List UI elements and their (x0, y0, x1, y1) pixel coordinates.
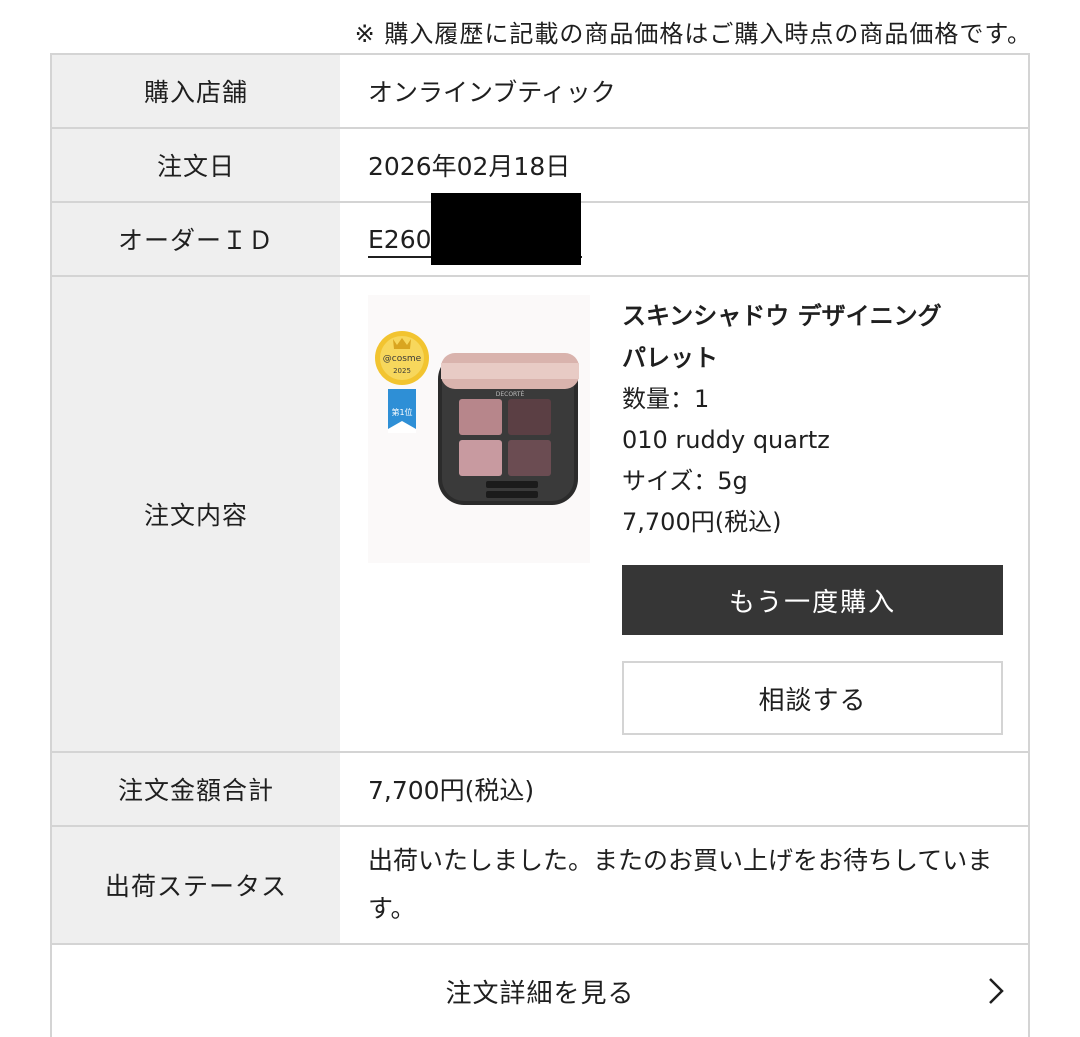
product-info: スキンシャドウ デザイニング パレット 数量：1 010 ruddy quart… (622, 295, 1003, 735)
product-name[interactable]: スキンシャドウ デザイニング パレット (622, 295, 1002, 379)
order-table: 購入店舗 オンラインブティック 注文日 2026年02月18日 オーダーＩＤ E… (50, 53, 1030, 1037)
svg-text:第1位: 第1位 (391, 407, 412, 417)
product-quantity: 数量：1 (622, 385, 710, 413)
view-details-link[interactable]: 注文詳細を見る (52, 945, 1028, 1037)
product-size: サイズ：5g (622, 467, 748, 495)
order-id-cell: E260 (340, 192, 1028, 275)
store-label: 購入店舗 (52, 55, 340, 127)
price-note: ※ 購入履歴に記載の商品価格はご購入時点の商品価格です。 (354, 20, 1032, 48)
row-shipping-status: 出荷ステータス 出荷いたしました。またのお買い上げをお待ちしています。 (52, 827, 1028, 945)
product-image[interactable]: @cosme 2025 第1位 DECORTÉ (368, 295, 590, 563)
consult-button[interactable]: 相談する (622, 661, 1003, 735)
cosme-award-badge: @cosme 2025 第1位 (375, 331, 429, 433)
row-order-total: 注文金額合計 7,700円(税込) (52, 753, 1028, 827)
row-order-items: 注文内容 @cosme 2025 第1位 DECORTÉ スキンシャドウ デザイ… (52, 277, 1028, 753)
order-items-label: 注文内容 (52, 277, 340, 751)
shipping-status-value: 出荷いたしました。またのお買い上げをお待ちしています。 (368, 846, 993, 923)
row-view-details[interactable]: 注文詳細を見る (52, 945, 1028, 1037)
order-items-cell: @cosme 2025 第1位 DECORTÉ スキンシャドウ デザイニング パ… (340, 277, 1028, 751)
row-store: 購入店舗 オンラインブティック (52, 55, 1028, 129)
order-total-label: 注文金額合計 (52, 753, 340, 825)
order-id-link[interactable]: E260 (368, 192, 582, 265)
buy-again-button[interactable]: もう一度購入 (622, 565, 1003, 635)
eyeshadow-compact: DECORTÉ (438, 353, 579, 505)
order-id-label: オーダーＩＤ (52, 203, 340, 275)
product-price: 7,700円(税込) (622, 508, 782, 536)
shipping-status-label: 出荷ステータス (52, 827, 340, 943)
svg-text:2025: 2025 (393, 367, 411, 375)
row-order-id: オーダーＩＤ E260 (52, 192, 1028, 277)
product-shade: 010 ruddy quartz (622, 426, 830, 454)
chevron-right-icon (989, 978, 1004, 1004)
store-value: オンラインブティック (368, 78, 616, 107)
view-details-label[interactable]: 注文詳細を見る (445, 973, 634, 1010)
product-name-line1[interactable]: スキンシャドウ デザイニング (622, 295, 1002, 337)
product-illustration: @cosme 2025 第1位 DECORTÉ (375, 331, 579, 505)
product-name-line2[interactable]: パレット (622, 337, 1002, 379)
svg-text:@cosme: @cosme (383, 354, 422, 364)
order-total-value: 7,700円(税込) (368, 776, 535, 805)
order-date-label: 注文日 (52, 129, 340, 201)
order-date-value: 2026年02月18日 (368, 152, 571, 181)
svg-text:DECORTÉ: DECORTÉ (496, 390, 525, 398)
redaction-box (431, 192, 581, 265)
